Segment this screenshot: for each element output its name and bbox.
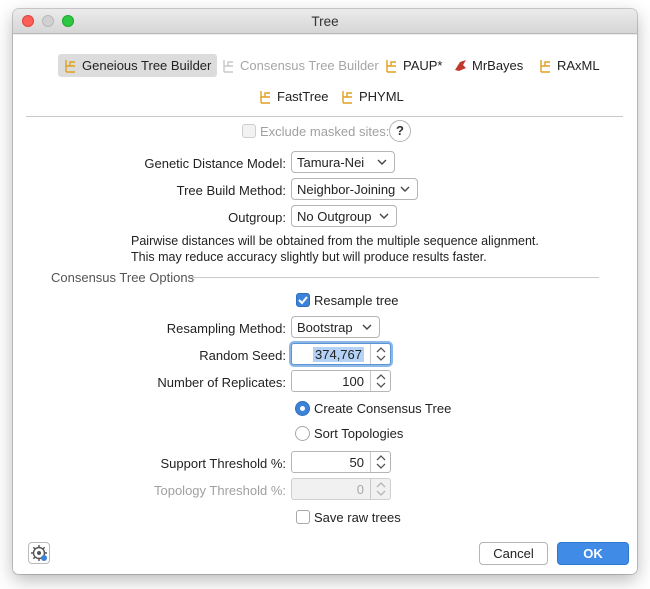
- tree-dialog: Tree Geneious Tree Builder Consensus Tre…: [13, 9, 637, 574]
- program-paup[interactable]: PAUP*: [379, 54, 449, 77]
- select-value: Tamura-Nei: [297, 154, 365, 170]
- random-seed-label: Random Seed:: [199, 348, 286, 363]
- resampling-method-select[interactable]: Bootstrap: [291, 316, 380, 338]
- up-down-arrows-icon: [376, 347, 386, 361]
- spinner-value: 374,767: [313, 347, 364, 362]
- info-text-line-1: Pairwise distances will be obtained from…: [131, 234, 539, 248]
- topology-threshold-label: Topology Threshold %:: [153, 483, 286, 498]
- tree-icon: [342, 90, 352, 104]
- number-of-replicates-input[interactable]: 100: [291, 370, 391, 392]
- random-seed-input[interactable]: 374,767: [291, 343, 391, 365]
- program-label: FastTree: [277, 89, 329, 104]
- mrbayes-icon: [455, 59, 466, 71]
- dialog-content: Geneious Tree Builder Consensus Tree Bui…: [13, 35, 637, 574]
- topology-threshold-input[interactable]: 0: [291, 478, 391, 500]
- stepper-arrows[interactable]: [370, 452, 390, 472]
- spinner-value: 50: [349, 455, 364, 470]
- program-label: MrBayes: [472, 58, 524, 73]
- gear-icon: [31, 545, 47, 561]
- select-value: Neighbor-Joining: [297, 181, 396, 197]
- genetic-distance-model-label: Genetic Distance Model:: [144, 156, 286, 171]
- stepper-arrows[interactable]: [370, 371, 390, 391]
- cancel-button[interactable]: Cancel: [479, 542, 548, 565]
- stepper-arrows[interactable]: [370, 479, 390, 499]
- support-threshold-label: Support Threshold %:: [160, 456, 287, 471]
- window-title: Tree: [311, 14, 339, 29]
- up-down-arrows-icon: [376, 482, 386, 496]
- tree-icon: [540, 59, 550, 73]
- tree-build-method-label: Tree Build Method:: [176, 183, 286, 198]
- select-value: No Outgroup: [297, 208, 372, 224]
- exclude-masked-sites-label: Exclude masked sites:: [260, 124, 390, 139]
- create-consensus-tree-radio[interactable]: [295, 401, 310, 416]
- genetic-distance-model-select[interactable]: Tamura-Nei: [291, 151, 395, 173]
- resample-tree-checkbox[interactable]: [296, 293, 310, 307]
- program-geneious-tree-builder[interactable]: Geneious Tree Builder: [58, 54, 218, 77]
- chevron-down-icon: [379, 213, 389, 219]
- tree-icon: [386, 59, 396, 73]
- up-down-arrows-icon: [376, 455, 386, 469]
- checkmark-icon: [298, 296, 308, 305]
- tree-build-method-select[interactable]: Neighbor-Joining: [291, 178, 418, 200]
- chevron-down-icon: [400, 186, 410, 192]
- select-value: Bootstrap: [297, 319, 353, 335]
- resample-tree-label: Resample tree: [314, 293, 399, 308]
- tree-icon: [223, 59, 233, 73]
- title-bar: Tree: [13, 9, 637, 34]
- tree-icon: [260, 90, 270, 104]
- program-raxml[interactable]: RAxML: [533, 54, 606, 77]
- outgroup-label: Outgroup:: [228, 210, 286, 225]
- stepper-arrows[interactable]: [370, 344, 390, 364]
- tree-icon: [65, 59, 75, 73]
- help-button[interactable]: ?: [389, 120, 411, 142]
- save-raw-trees-checkbox[interactable]: [296, 510, 310, 524]
- program-label: Consensus Tree Builder: [240, 58, 379, 73]
- chevron-down-icon: [377, 159, 387, 165]
- program-label: Geneious Tree Builder: [82, 58, 212, 73]
- outgroup-select[interactable]: No Outgroup: [291, 205, 397, 227]
- program-label: RAxML: [557, 58, 600, 73]
- program-label: PAUP*: [403, 58, 443, 73]
- support-threshold-input[interactable]: 50: [291, 451, 391, 473]
- sort-topologies-radio[interactable]: [295, 426, 310, 441]
- ok-button[interactable]: OK: [557, 542, 629, 565]
- program-label: PHYML: [359, 89, 404, 104]
- consensus-section-title: Consensus Tree Options: [51, 270, 195, 285]
- save-raw-trees-label: Save raw trees: [314, 510, 401, 525]
- up-down-arrows-icon: [376, 374, 386, 388]
- program-fasttree[interactable]: FastTree: [253, 85, 335, 108]
- section-divider: [191, 277, 599, 278]
- options-gear-button[interactable]: [28, 542, 50, 564]
- spinner-value: 100: [342, 374, 364, 389]
- create-consensus-tree-label: Create Consensus Tree: [314, 401, 452, 416]
- program-mrbayes[interactable]: MrBayes: [448, 54, 529, 77]
- sort-topologies-label: Sort Topologies: [314, 426, 404, 441]
- exclude-masked-sites-checkbox[interactable]: [242, 124, 256, 138]
- divider: [26, 116, 623, 117]
- info-text-line-2: This may reduce accuracy slightly but wi…: [131, 250, 487, 264]
- program-phyml[interactable]: PHYML: [335, 85, 410, 108]
- chevron-down-icon: [362, 324, 372, 330]
- resampling-method-label: Resampling Method:: [166, 321, 286, 336]
- program-consensus-tree-builder[interactable]: Consensus Tree Builder: [216, 54, 385, 77]
- spinner-value: 0: [356, 482, 364, 497]
- number-of-replicates-label: Number of Replicates:: [157, 375, 286, 390]
